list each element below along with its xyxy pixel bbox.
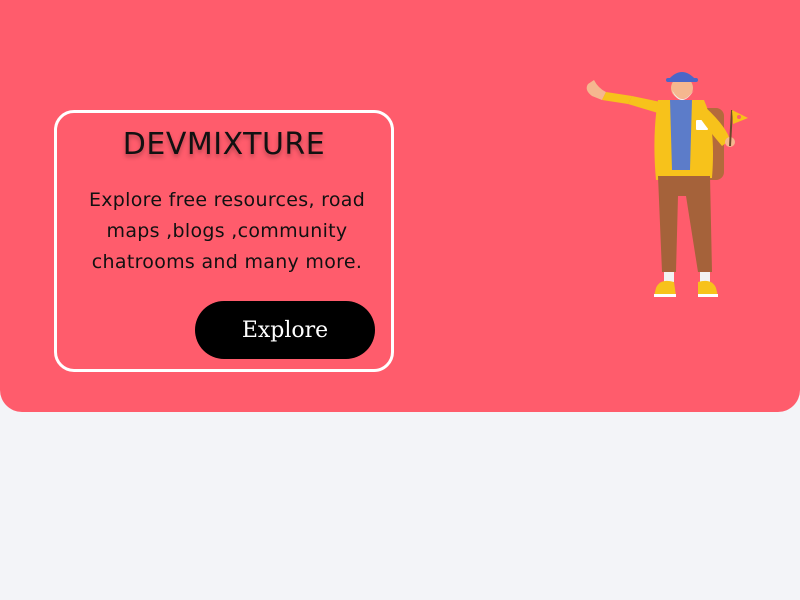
- tour-guide-illustration: [586, 72, 748, 297]
- brand-title: DEVMIXTURE: [122, 127, 326, 162]
- hero-banner: DEVMIXTURE Explore free resources, road …: [0, 0, 800, 412]
- hero-description: Explore free resources, road maps ,blogs…: [88, 189, 366, 273]
- intro-card: DEVMIXTURE Explore free resources, road …: [54, 110, 394, 372]
- explore-button[interactable]: Explore: [195, 301, 375, 359]
